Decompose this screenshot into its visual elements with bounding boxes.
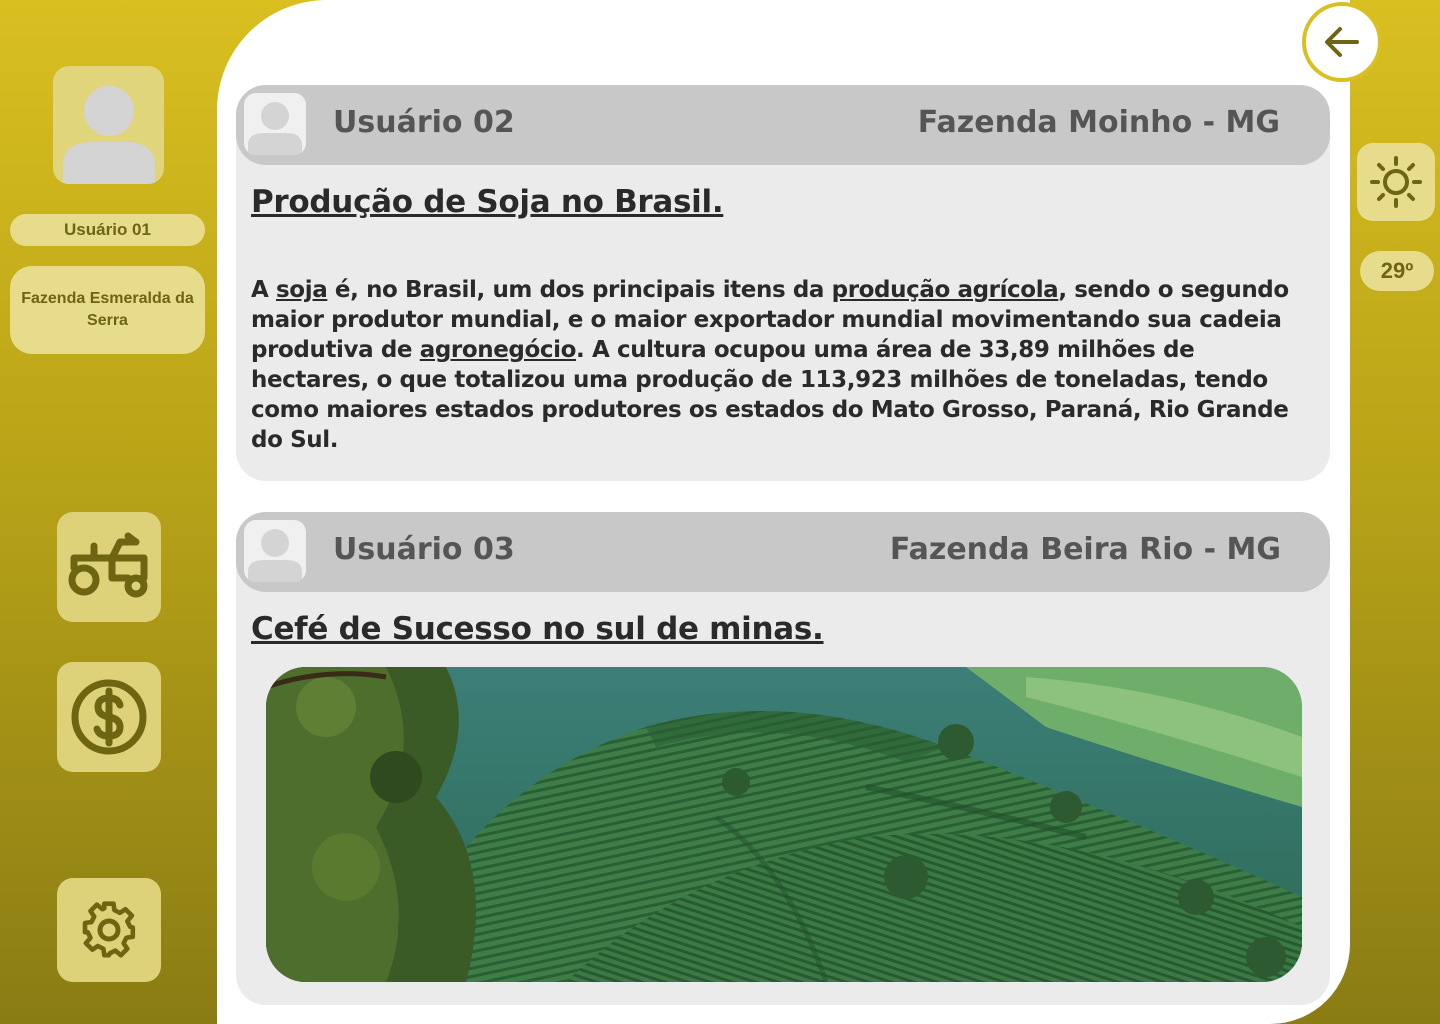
post-author-name[interactable]: Usuário 02 bbox=[333, 105, 515, 140]
back-button[interactable] bbox=[1302, 2, 1382, 82]
post-header: Usuário 02 Fazenda Moinho - MG bbox=[236, 85, 1330, 165]
post-author-name[interactable]: Usuário 03 bbox=[333, 532, 515, 567]
post-card: Usuário 02 Fazenda Moinho - MG Produção … bbox=[236, 85, 1330, 481]
profile-avatar[interactable] bbox=[53, 66, 164, 184]
post-card: Usuário 03 Fazenda Beira Rio - MG Cefé d… bbox=[236, 512, 1330, 1005]
link-soja[interactable]: soja bbox=[276, 277, 328, 303]
settings-button[interactable] bbox=[57, 878, 161, 982]
weather-button[interactable] bbox=[1357, 143, 1435, 221]
post-author-avatar[interactable] bbox=[244, 93, 306, 155]
arrow-left-icon bbox=[1325, 27, 1359, 57]
post-author-avatar[interactable] bbox=[244, 520, 306, 582]
post-farm-name: Fazenda Moinho - MG bbox=[917, 105, 1280, 140]
finance-button[interactable] bbox=[57, 662, 161, 772]
temperature-badge: 29º bbox=[1360, 251, 1434, 291]
post-body: A soja é, no Brasil, um dos principais i… bbox=[251, 277, 1289, 453]
sun-icon bbox=[1370, 156, 1422, 208]
current-farm-label: Fazenda Esmeralda da Serra bbox=[10, 266, 205, 354]
money-icon bbox=[71, 679, 147, 755]
post-header: Usuário 03 Fazenda Beira Rio - MG bbox=[236, 512, 1330, 592]
gear-icon bbox=[82, 901, 136, 958]
current-user-label: Usuário 01 bbox=[10, 214, 205, 246]
tractor-icon bbox=[68, 532, 148, 598]
coffee-plantation-image[interactable] bbox=[266, 667, 1302, 982]
link-agronegocio[interactable]: agronegócio bbox=[420, 337, 577, 363]
link-producao-agricola[interactable]: produção agrícola bbox=[832, 277, 1059, 303]
post-farm-name: Fazenda Beira Rio - MG bbox=[889, 532, 1281, 567]
post-title[interactable]: Produção de Soja no Brasil. bbox=[251, 184, 724, 220]
post-title[interactable]: Cefé de Sucesso no sul de minas. bbox=[251, 611, 824, 647]
tractor-button[interactable] bbox=[57, 512, 161, 622]
